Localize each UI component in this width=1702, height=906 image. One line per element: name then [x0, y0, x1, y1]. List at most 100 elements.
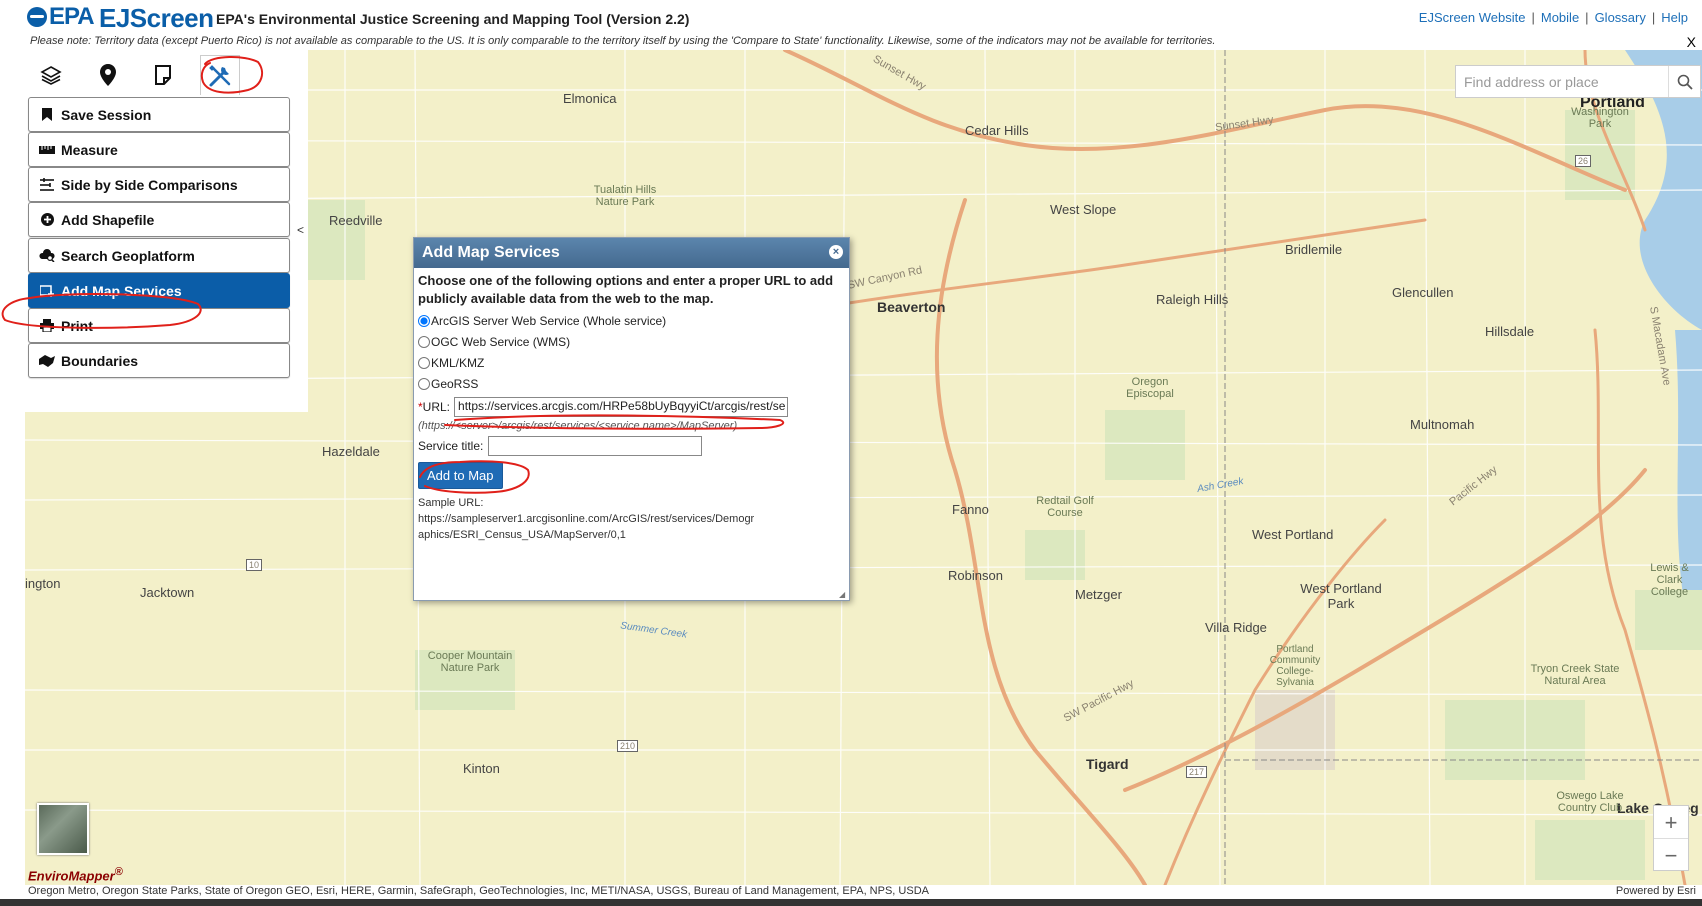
header-links: EJScreen Website | Mobile | Glossary | H…	[1419, 10, 1688, 25]
powered-by-esri[interactable]: Powered by Esri	[1616, 885, 1696, 897]
option-arcgis[interactable]: ArcGIS Server Web Service (Whole service…	[418, 310, 845, 331]
basemap-toggle[interactable]	[37, 803, 89, 855]
save-session-button[interactable]: Save Session	[28, 97, 290, 132]
panel-tabs	[25, 50, 308, 100]
link-help[interactable]: Help	[1661, 10, 1688, 25]
sample-url-label: Sample URL:	[418, 497, 484, 509]
panel-collapse-button[interactable]: <	[297, 223, 304, 237]
boundaries-icon	[39, 354, 55, 368]
notice-close-button[interactable]: X	[1687, 34, 1696, 50]
app-subtitle: EPA's Environmental Justice Screening an…	[216, 11, 690, 27]
map-label-raleigh-hills: Raleigh Hills	[1156, 292, 1229, 307]
measure-label: Measure	[61, 141, 118, 158]
url-hint: (https://<server>/arcgis/rest/services/<…	[418, 420, 738, 432]
radio-arcgis[interactable]	[418, 314, 430, 327]
service-title-input[interactable]	[488, 436, 703, 456]
print-button[interactable]: Print	[28, 308, 290, 343]
dialog-titlebar[interactable]: Add Map Services ×	[414, 238, 849, 268]
map-label-west-portland-park: West Portland Park	[1300, 581, 1382, 611]
map-label-washington-park: Washington Park	[1571, 106, 1629, 130]
boundaries-button[interactable]: Boundaries	[28, 343, 290, 378]
map-label-hwy-217: 217	[1186, 766, 1208, 778]
map-label-cooper-mountain: Cooper Mountain Nature Park	[427, 650, 513, 674]
zoom-out-button[interactable]: −	[1654, 839, 1688, 872]
save-session-label: Save Session	[61, 106, 152, 123]
map-label-multnomah: Multnomah	[1410, 417, 1475, 432]
map-label-ington: ington	[25, 576, 61, 591]
map-label-jacktown: Jacktown	[140, 585, 195, 600]
map-label-glencullen: Glencullen	[1392, 285, 1454, 300]
service-title-label: Service title:	[418, 439, 484, 453]
map-label-hwy-26: 26	[1575, 155, 1592, 167]
header: EPA EJScreen EPA's Environmental Justice…	[0, 0, 1702, 34]
link-ejscreen-website[interactable]: EJScreen Website	[1419, 10, 1526, 25]
map-label-west-portland: West Portland	[1252, 527, 1334, 542]
link-separator: |	[1585, 10, 1589, 25]
map-label-pcc: Portland Community College-Sylvania	[1269, 644, 1321, 688]
radio-wms[interactable]	[418, 335, 430, 348]
add-map-services-dialog: Add Map Services × Choose one of the fol…	[413, 237, 850, 601]
app-root: Portland Beaverton Tigard Elmonica Cedar…	[0, 0, 1702, 906]
bookmark-icon	[39, 108, 55, 122]
radio-kml[interactable]	[418, 356, 430, 369]
compare-icon	[39, 177, 55, 192]
map-label-bridlemile: Bridlemile	[1285, 242, 1343, 257]
map-label-cedar-hills: Cedar Hills	[965, 123, 1029, 138]
option-wms[interactable]: OGC Web Service (WMS)	[418, 331, 845, 352]
map-label-tigard: Tigard	[1086, 756, 1129, 772]
option-georss-label: GeoRSS	[431, 376, 479, 391]
tab-notes[interactable]	[143, 55, 183, 95]
layers-icon	[40, 66, 62, 85]
cloud-search-icon	[39, 249, 55, 263]
map-label-reedville: Reedville	[329, 213, 383, 228]
zoom-in-button[interactable]: +	[1654, 806, 1688, 839]
add-map-services-button[interactable]: Add Map Services	[28, 273, 290, 308]
map-label-tualatin-hills: Tualatin Hills Nature Park	[593, 184, 657, 208]
plus-circle-icon	[39, 213, 55, 227]
map-label-oregon-episcopal: Oregon Episcopal	[1126, 376, 1174, 400]
sample-url: Sample URL: https://sampleserver1.arcgis…	[418, 495, 845, 543]
tab-layers[interactable]	[31, 55, 71, 95]
map-label-robinson: Robinson	[948, 568, 1003, 583]
option-arcgis-label: ArcGIS Server Web Service (Whole service…	[431, 313, 667, 328]
zoom-control: + −	[1653, 805, 1689, 871]
url-label: URL:	[422, 400, 451, 414]
dialog-title: Add Map Services	[422, 244, 560, 261]
search-geoplatform-button[interactable]: Search Geoplatform	[28, 238, 290, 273]
search-geoplatform-label: Search Geoplatform	[61, 247, 195, 264]
tools-icon	[209, 64, 231, 86]
option-kml[interactable]: KML/KMZ	[418, 352, 845, 373]
bottom-bar	[0, 899, 1702, 906]
radio-georss[interactable]	[418, 377, 430, 390]
side-by-side-label: Side by Side Comparisons	[61, 176, 238, 193]
map-label-hwy-210: 210	[617, 740, 639, 752]
add-to-map-button[interactable]: Add to Map	[418, 462, 503, 489]
url-input[interactable]: https://services.arcgis.com/HRPe58bUyBqy…	[454, 397, 789, 417]
map-pin-icon	[100, 64, 116, 86]
map-label-tryon: Tryon Creek State Natural Area	[1530, 663, 1620, 687]
map-label-fanno: Fanno	[952, 502, 989, 517]
side-by-side-button[interactable]: Side by Side Comparisons	[28, 167, 290, 202]
search-icon	[1677, 74, 1693, 90]
search-input[interactable]: Find address or place	[1456, 74, 1668, 90]
notice-text: Please note: Territory data (except Puer…	[30, 35, 1216, 47]
map-label-elmonica: Elmonica	[563, 91, 617, 106]
link-mobile[interactable]: Mobile	[1541, 10, 1579, 25]
attribution-text: Oregon Metro, Oregon State Parks, State …	[28, 885, 929, 897]
map-label-hwy-10: 10	[246, 559, 263, 571]
dialog-close-button[interactable]: ×	[829, 245, 843, 259]
measure-button[interactable]: Measure	[28, 132, 290, 167]
url-row: * URL: https://services.arcgis.com/HRPe5…	[418, 397, 845, 417]
link-glossary[interactable]: Glossary	[1595, 10, 1646, 25]
tab-places[interactable]	[88, 55, 128, 95]
add-map-services-label: Add Map Services	[61, 282, 182, 299]
search-button[interactable]	[1668, 66, 1700, 97]
tab-tools[interactable]	[200, 55, 240, 95]
dialog-resize-handle[interactable]: ◢	[839, 590, 847, 599]
add-shapefile-button[interactable]: Add Shapefile	[28, 202, 290, 237]
note-icon	[155, 65, 171, 85]
epa-logo[interactable]: EPA	[27, 3, 95, 30]
option-georss[interactable]: GeoRSS	[418, 373, 845, 394]
territory-notice: Please note: Territory data (except Puer…	[0, 34, 1702, 50]
dialog-body: Choose one of the following options and …	[414, 268, 849, 547]
